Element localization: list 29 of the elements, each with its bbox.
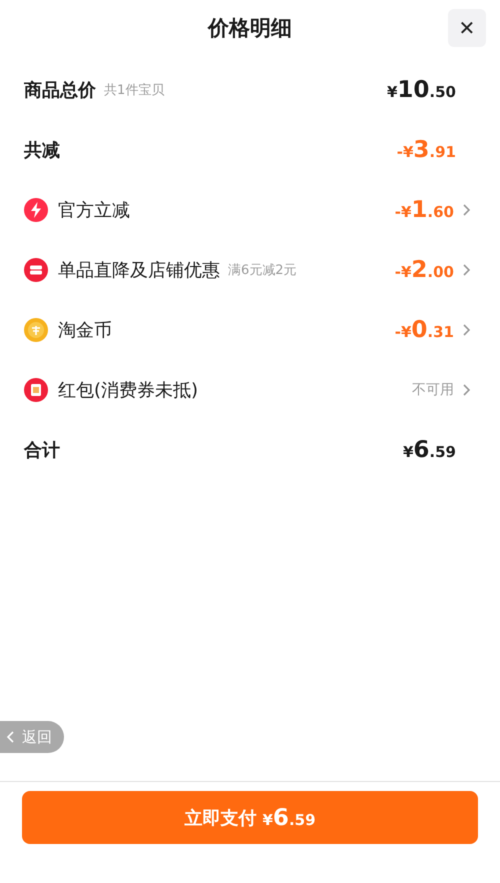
price: ¥10.50 xyxy=(386,77,456,103)
status-text: 不可用 xyxy=(412,381,454,399)
row-label: 官方立减 xyxy=(58,199,130,222)
chevron-icon xyxy=(462,383,472,397)
discount-amount: -¥2.00 xyxy=(394,257,454,283)
row-label: 单品直降及店铺优惠 xyxy=(58,259,220,282)
shop-icon xyxy=(24,258,48,282)
chevron-icon xyxy=(462,203,472,217)
discount-amount: -¥1.60 xyxy=(394,197,454,223)
row-note: 共1件宝贝 xyxy=(104,82,164,99)
chevron-icon xyxy=(462,323,472,337)
row-label: 合计 xyxy=(24,439,60,462)
price: -¥3.91 xyxy=(396,137,456,163)
coin-icon xyxy=(24,318,48,342)
discount-amount: -¥0.31 xyxy=(394,317,454,343)
row-label: 红包(消费券未抵) xyxy=(58,379,198,402)
sheet-title: 价格明细 xyxy=(208,15,292,42)
close-button[interactable]: ✕ xyxy=(448,9,486,47)
row-note: 满6元减2元 xyxy=(228,262,297,279)
chevron-icon xyxy=(462,263,472,277)
row-label: 淘金币 xyxy=(58,319,112,342)
envelope-icon xyxy=(24,378,48,402)
back-button[interactable]: 返回 xyxy=(0,721,64,753)
lightning-icon xyxy=(24,198,48,222)
row-label: 商品总价 xyxy=(24,79,96,102)
pay-button[interactable]: 立即支付 ¥6.59 xyxy=(22,791,478,844)
back-icon xyxy=(6,730,16,744)
row-label: 共减 xyxy=(24,139,60,162)
price: ¥6.59 xyxy=(402,437,456,463)
